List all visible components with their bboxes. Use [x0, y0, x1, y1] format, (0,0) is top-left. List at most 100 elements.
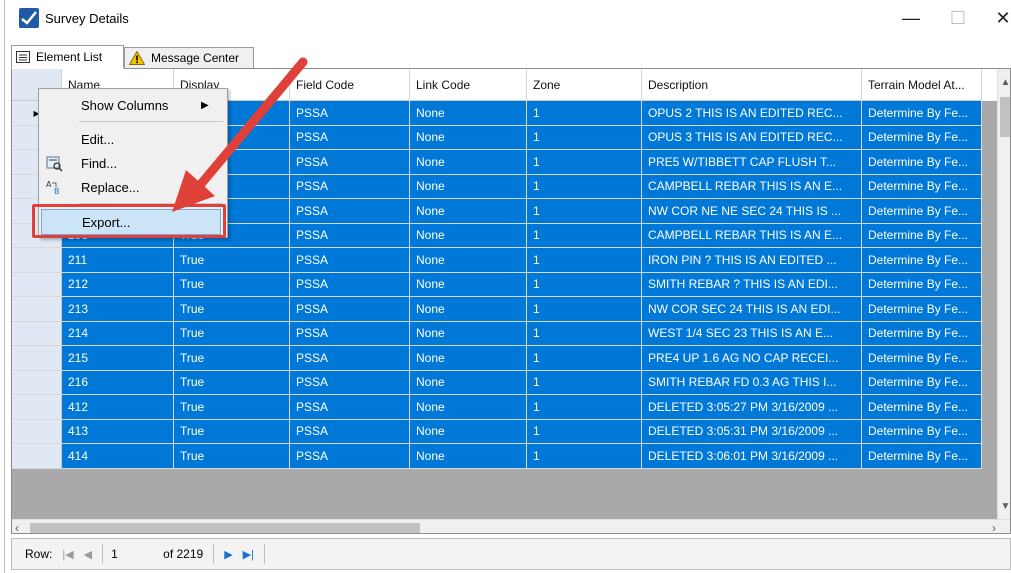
vertical-scroll-thumb[interactable] [1000, 97, 1010, 137]
menu-item-export[interactable]: Export... [41, 209, 221, 235]
cell-name[interactable]: 215 [62, 346, 174, 371]
cell-name[interactable]: 212 [62, 272, 174, 297]
cell-link-code[interactable]: None [410, 125, 527, 150]
cell-zone[interactable]: 1 [527, 272, 642, 297]
cell-field-code[interactable]: PSSA [290, 150, 410, 175]
cell-field-code[interactable]: PSSA [290, 248, 410, 273]
row-selector[interactable] [12, 370, 62, 395]
cell-description[interactable]: CAMPBELL REBAR THIS IS AN E... [642, 223, 862, 248]
cell-terrain-model[interactable]: Determine By Fe... [862, 272, 982, 297]
cell-link-code[interactable]: None [410, 444, 527, 469]
cell-description[interactable]: PRE4 UP 1.6 AG NO CAP RECEI... [642, 346, 862, 371]
cell-zone[interactable]: 1 [527, 444, 642, 469]
menu-item-show-columns[interactable]: Show Columns ▶ [39, 93, 227, 117]
cell-display[interactable]: True [174, 248, 290, 273]
table-row[interactable]: 213 True PSSA None 1 NW COR SEC 24 THIS IS AN… [12, 297, 997, 322]
cell-field-code[interactable]: PSSA [290, 223, 410, 248]
table-row[interactable]: 413 True PSSA None 1 DELETED 3:05:31 PM 3/16/… [12, 419, 997, 444]
cell-terrain-model[interactable]: Determine By Fe... [862, 444, 982, 469]
menu-item-replace[interactable]: A B Replace... [39, 175, 227, 199]
cell-display[interactable]: True [174, 346, 290, 371]
cell-field-code[interactable]: PSSA [290, 321, 410, 346]
cell-name[interactable]: 414 [62, 444, 174, 469]
cell-zone[interactable]: 1 [527, 101, 642, 126]
cell-display[interactable]: True [174, 297, 290, 322]
column-header-zone[interactable]: Zone [527, 69, 642, 101]
cell-zone[interactable]: 1 [527, 150, 642, 175]
cell-zone[interactable]: 1 [527, 223, 642, 248]
cell-terrain-model[interactable]: Determine By Fe... [862, 174, 982, 199]
scroll-down-icon[interactable]: ▼ [998, 501, 1010, 512]
cell-name[interactable]: 413 [62, 419, 174, 444]
cell-field-code[interactable]: PSSA [290, 370, 410, 395]
cell-description[interactable]: PRE5 W/TIBBETT CAP FLUSH T... [642, 150, 862, 175]
table-row[interactable]: 211 True PSSA None 1 IRON PIN ? THIS IS AN ED… [12, 248, 997, 273]
cell-field-code[interactable]: PSSA [290, 346, 410, 371]
cell-terrain-model[interactable]: Determine By Fe... [862, 223, 982, 248]
cell-terrain-model[interactable]: Determine By Fe... [862, 321, 982, 346]
cell-link-code[interactable]: None [410, 223, 527, 248]
menu-item-find[interactable]: Find... [39, 151, 227, 175]
close-button[interactable]: ✕ [985, 4, 1011, 32]
cell-description[interactable]: OPUS 2 THIS IS AN EDITED REC... [642, 101, 862, 126]
cell-field-code[interactable]: PSSA [290, 199, 410, 224]
cell-terrain-model[interactable]: Determine By Fe... [862, 395, 982, 420]
previous-record-icon[interactable]: ◀ [84, 548, 92, 561]
table-row[interactable]: 212 True PSSA None 1 SMITH REBAR ? THIS IS AN… [12, 272, 997, 297]
row-selector[interactable] [12, 248, 62, 273]
cell-link-code[interactable]: None [410, 101, 527, 126]
cell-zone[interactable]: 1 [527, 395, 642, 420]
cell-terrain-model[interactable]: Determine By Fe... [862, 370, 982, 395]
cell-name[interactable]: 211 [62, 248, 174, 273]
cell-name[interactable]: 216 [62, 370, 174, 395]
cell-terrain-model[interactable]: Determine By Fe... [862, 248, 982, 273]
cell-description[interactable]: CAMPBELL REBAR THIS IS AN E... [642, 174, 862, 199]
cell-zone[interactable]: 1 [527, 419, 642, 444]
table-row[interactable]: 214 True PSSA None 1 WEST 1/4 SEC 23 THIS IS … [12, 321, 997, 346]
maximize-button[interactable]: ☐ [940, 4, 976, 32]
scroll-up-icon[interactable]: ▲ [998, 77, 1010, 88]
cell-name[interactable]: 213 [62, 297, 174, 322]
next-record-icon[interactable]: ▶ [224, 548, 232, 561]
cell-link-code[interactable]: None [410, 395, 527, 420]
menu-item-edit[interactable]: Edit... [39, 127, 227, 151]
cell-description[interactable]: SMITH REBAR ? THIS IS AN EDI... [642, 272, 862, 297]
cell-description[interactable]: DELETED 3:05:27 PM 3/16/2009 ... [642, 395, 862, 420]
scroll-left-icon[interactable]: ‹ [15, 521, 19, 533]
cell-description[interactable]: DELETED 3:06:01 PM 3/16/2009 ... [642, 444, 862, 469]
cell-description[interactable]: WEST 1/4 SEC 23 THIS IS AN E... [642, 321, 862, 346]
column-header-description[interactable]: Description [642, 69, 862, 101]
column-header-link-code[interactable]: Link Code [410, 69, 527, 101]
cell-terrain-model[interactable]: Determine By Fe... [862, 199, 982, 224]
cell-link-code[interactable]: None [410, 370, 527, 395]
cell-link-code[interactable]: None [410, 199, 527, 224]
minimize-button[interactable]: — [893, 4, 929, 32]
row-selector[interactable] [12, 395, 62, 420]
cell-link-code[interactable]: None [410, 346, 527, 371]
horizontal-scroll-thumb[interactable] [30, 523, 420, 533]
cell-link-code[interactable]: None [410, 297, 527, 322]
cell-terrain-model[interactable]: Determine By Fe... [862, 297, 982, 322]
cell-display[interactable]: True [174, 370, 290, 395]
cell-description[interactable]: NW COR NE NE SEC 24 THIS IS ... [642, 199, 862, 224]
column-header-field-code[interactable]: Field Code [290, 69, 410, 101]
cell-terrain-model[interactable]: Determine By Fe... [862, 419, 982, 444]
last-record-icon[interactable]: ▶| [243, 548, 254, 561]
cell-description[interactable]: NW COR SEC 24 THIS IS AN EDI... [642, 297, 862, 322]
cell-zone[interactable]: 1 [527, 248, 642, 273]
cell-field-code[interactable]: PSSA [290, 272, 410, 297]
cell-link-code[interactable]: None [410, 248, 527, 273]
cell-description[interactable]: SMITH REBAR FD 0.3 AG THIS I... [642, 370, 862, 395]
cell-zone[interactable]: 1 [527, 321, 642, 346]
current-row-input[interactable]: 1 [111, 547, 161, 561]
cell-link-code[interactable]: None [410, 174, 527, 199]
cell-field-code[interactable]: PSSA [290, 444, 410, 469]
horizontal-scrollbar[interactable]: ‹ › [12, 519, 1010, 533]
row-selector[interactable] [12, 297, 62, 322]
table-row[interactable]: 215 True PSSA None 1 PRE4 UP 1.6 AG NO CAP RE… [12, 346, 997, 371]
cell-link-code[interactable]: None [410, 150, 527, 175]
cell-field-code[interactable]: PSSA [290, 297, 410, 322]
cell-name[interactable]: 214 [62, 321, 174, 346]
scroll-right-icon[interactable]: › [992, 521, 996, 533]
cell-description[interactable]: OPUS 3 THIS IS AN EDITED REC... [642, 125, 862, 150]
